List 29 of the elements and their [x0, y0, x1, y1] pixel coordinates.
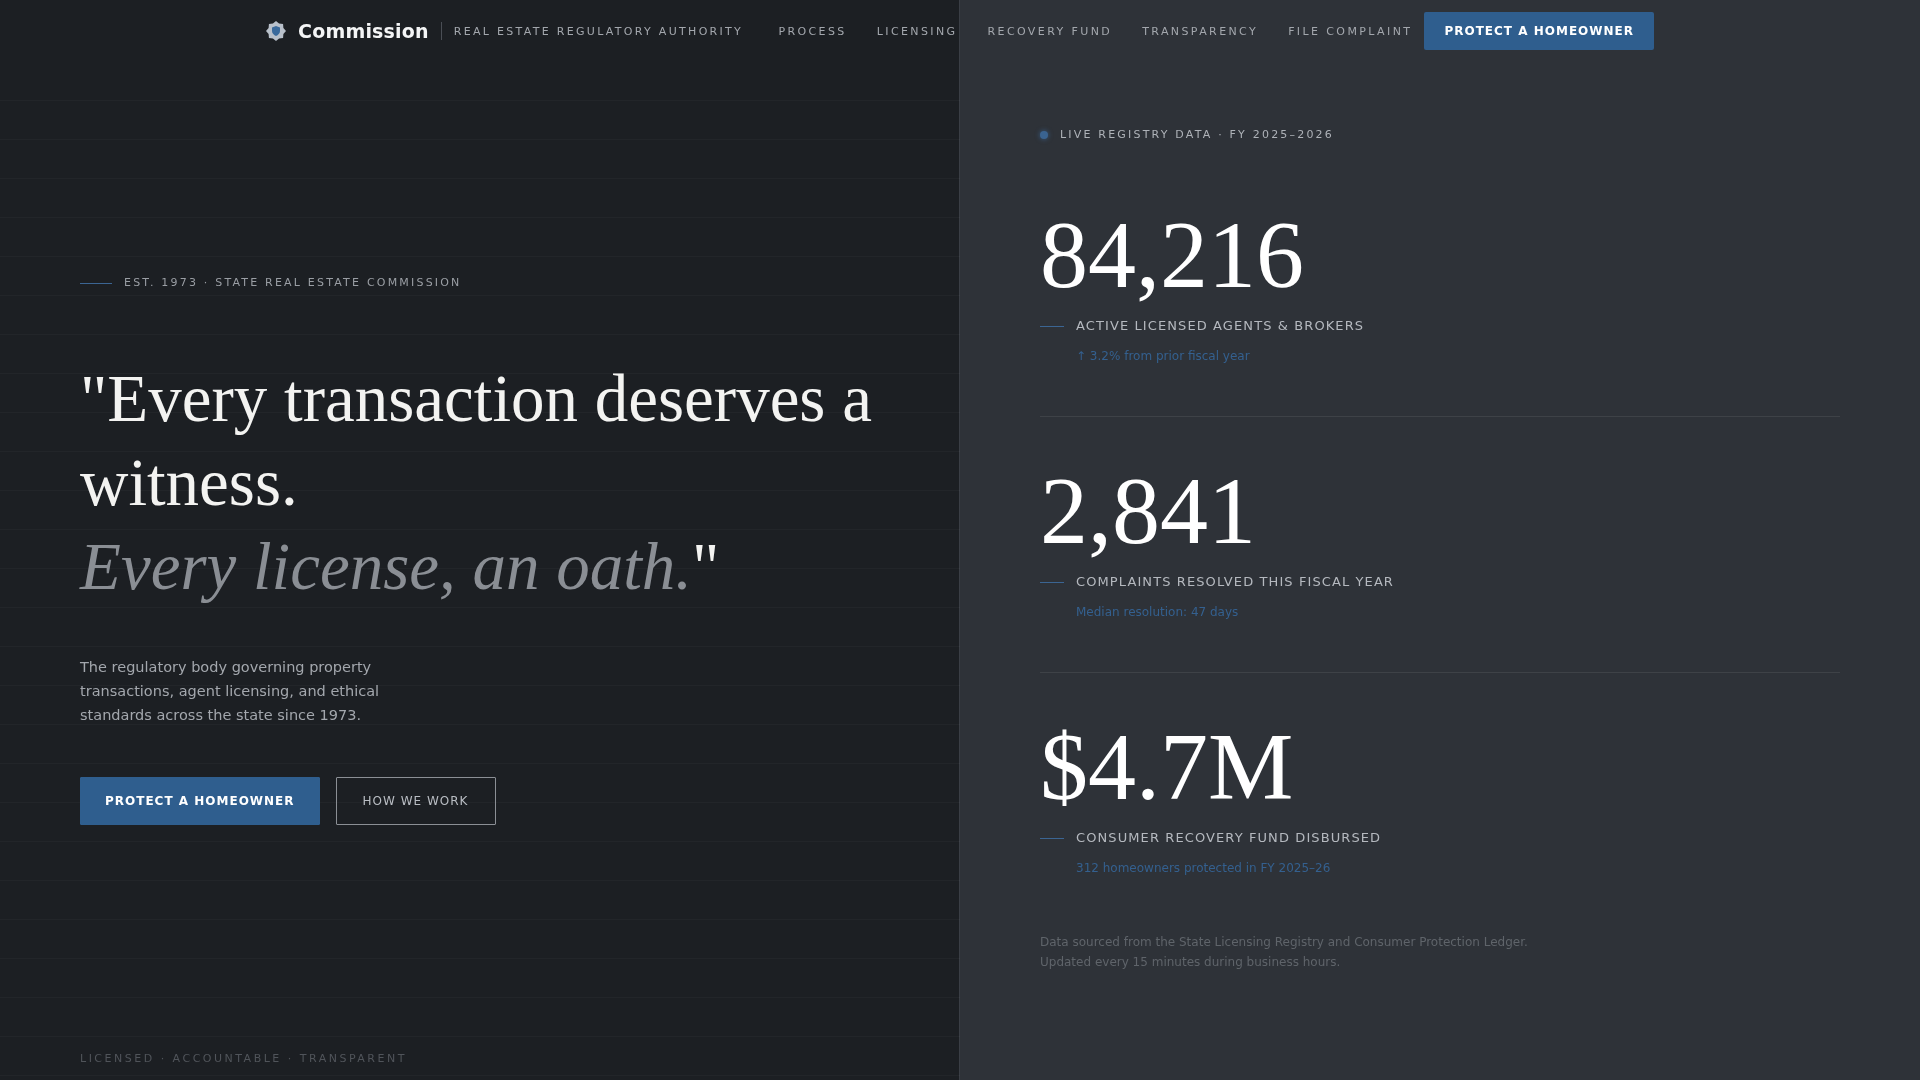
protect-homeowner-button[interactable]: PROTECT A HOMEOWNER — [1424, 12, 1654, 50]
headline: "Every transaction deserves a witness. Every license, an oath." — [80, 360, 873, 605]
stat-label: ACTIVE LICENSED AGENTS & BROKERS — [1076, 317, 1365, 335]
nav-link[interactable]: RECOVERY FUND — [987, 24, 1113, 38]
stat-value: 2,841 — [1040, 463, 1256, 559]
brand-name: Commission — [298, 20, 429, 42]
protect-homeowner-button[interactable]: PROTECT A HOMEOWNER — [80, 777, 320, 825]
accent-rule — [1040, 837, 1064, 839]
accent-rule — [1040, 581, 1064, 583]
how-we-work-button[interactable]: HOW WE WORK — [335, 777, 496, 825]
badge-icon — [266, 21, 286, 41]
nav-link[interactable]: FILE COMPLAINT — [1288, 24, 1413, 38]
eyebrow-text: EST. 1973 · STATE REAL ESTATE COMMISSION — [124, 275, 462, 291]
accent-rule — [80, 282, 112, 284]
stat-note: 312 homeowners protected in FY 2025–26 — [1076, 860, 1331, 876]
description-text: The regulatory body governing property transactions, agent licensing, and ethical standards across the state since 1973. — [80, 658, 381, 725]
status-dot-icon — [1040, 131, 1048, 139]
nav-link[interactable]: LICENSING — [876, 24, 958, 38]
stat-label: CONSUMER RECOVERY FUND DISBURSED — [1076, 829, 1382, 847]
stat-note: Median resolution: 47 days — [1076, 604, 1239, 620]
nav-link[interactable]: TRANSPARENCY — [1142, 24, 1259, 38]
stat-value: $4.7M — [1040, 719, 1294, 815]
brand-subtitle: REAL ESTATE REGULATORY AUTHORITY — [453, 24, 744, 38]
stat-note: ↑ 3.2% from prior fiscal year — [1076, 348, 1250, 364]
stat-value: 84,216 — [1040, 207, 1304, 303]
accent-rule — [1040, 325, 1064, 327]
eyebrow-text: LIVE REGISTRY DATA · FY 2025–2026 — [1060, 127, 1335, 143]
nav-link[interactable]: PROCESS — [778, 24, 847, 38]
stat-label: COMPLAINTS RESOLVED THIS FISCAL YEAR — [1076, 573, 1394, 591]
